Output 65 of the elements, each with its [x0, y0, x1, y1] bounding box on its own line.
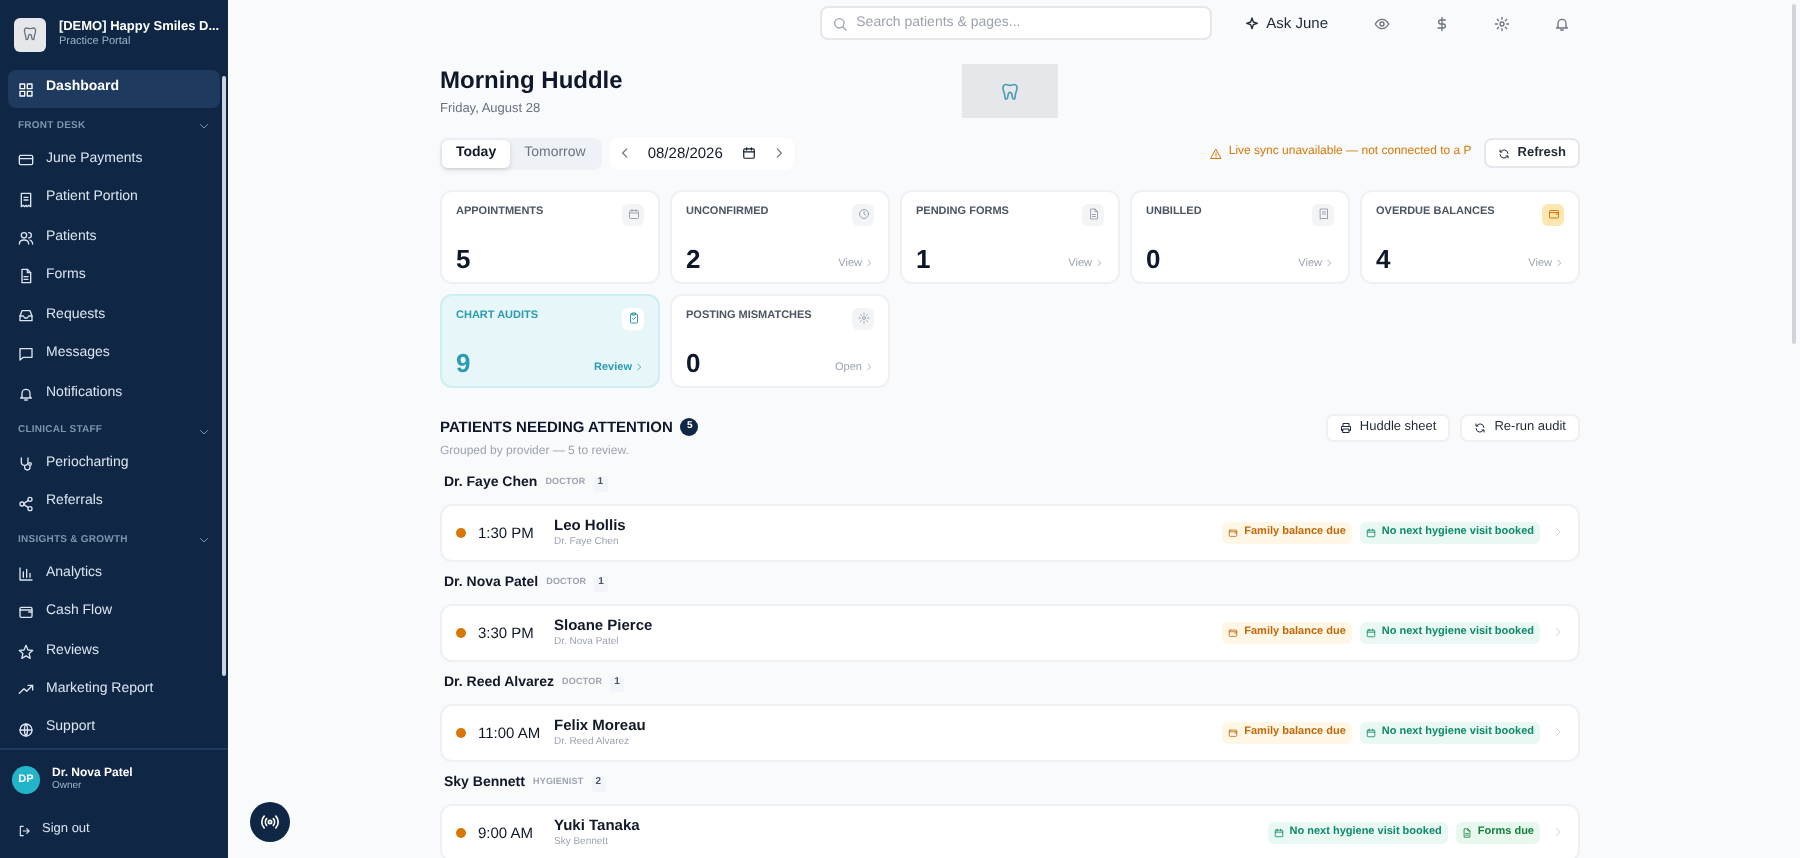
- chevron-right-icon: [1552, 826, 1564, 839]
- stethoscope-icon: [18, 456, 34, 473]
- stat-value: 5: [456, 245, 471, 272]
- document-icon: [1087, 208, 1099, 221]
- chevron-right-icon[interactable]: [772, 146, 787, 161]
- dollar-icon[interactable]: [1434, 15, 1450, 31]
- chevron-right-icon: [1094, 258, 1104, 269]
- calendar-icon: [1273, 827, 1284, 838]
- calendar-icon: [1365, 727, 1376, 738]
- chevron-right-icon: [1554, 258, 1564, 269]
- clock-icon: [857, 208, 869, 221]
- page-title: Morning Huddle: [440, 68, 625, 92]
- sign-out-icon: [18, 823, 32, 837]
- wallet-icon: [18, 604, 34, 621]
- eye-icon[interactable]: [1374, 15, 1390, 31]
- calendar-icon: [627, 208, 639, 221]
- trend-line-icon: [18, 682, 34, 699]
- chevron-right-icon: [1552, 726, 1564, 739]
- tooth-icon: [1000, 81, 1020, 101]
- chat-bubble-icon: [18, 346, 34, 363]
- stat-value: 9: [456, 349, 471, 376]
- bell-icon: [18, 385, 34, 402]
- calendar-icon: [1365, 527, 1376, 538]
- star-icon: [18, 643, 34, 660]
- chevron-down-icon: [198, 534, 210, 547]
- globe-icon: [18, 721, 34, 737]
- chevron-right-icon: [1324, 258, 1334, 269]
- refresh-icon: [1474, 421, 1487, 434]
- stat-value: 2: [686, 245, 701, 272]
- wallet-icon: [1228, 727, 1239, 738]
- credit-card-icon: [18, 152, 34, 169]
- chevron-right-icon: [1552, 526, 1564, 539]
- document-icon: [1461, 827, 1472, 838]
- chevron-right-icon: [864, 362, 874, 373]
- wallet-icon: [1228, 527, 1239, 538]
- bell-icon[interactable]: [1554, 15, 1570, 31]
- wallet-icon: [1228, 627, 1239, 638]
- warning-icon: [1210, 147, 1223, 160]
- calendar-icon: [742, 146, 757, 161]
- tooth-icon: [22, 26, 39, 42]
- chevron-right-icon: [634, 362, 644, 373]
- document-icon: [18, 268, 34, 285]
- refresh-icon: [1497, 147, 1510, 160]
- sparkle-icon: [1244, 15, 1261, 31]
- chevron-down-icon: [198, 120, 210, 133]
- chevron-right-icon: [864, 258, 874, 269]
- bar-chart-icon: [18, 565, 34, 582]
- search-icon: [832, 15, 849, 31]
- stat-value: 4: [1376, 245, 1391, 272]
- chevron-right-icon: [1552, 626, 1564, 639]
- calendar-icon: [1365, 627, 1376, 638]
- wallet-icon: [1547, 208, 1559, 221]
- stat-value: 0: [686, 349, 701, 376]
- printer-icon: [1339, 421, 1352, 434]
- share-icon: [18, 495, 34, 512]
- stat-value: 1: [916, 245, 931, 272]
- grid-icon: [18, 81, 34, 98]
- chevron-down-icon: [198, 425, 210, 438]
- stat-value: 0: [1146, 245, 1161, 272]
- broadcast-icon: [260, 812, 280, 832]
- clipboard-check-icon: [627, 312, 639, 325]
- broadcast-button[interactable]: [250, 802, 290, 842]
- inbox-icon: [18, 307, 34, 324]
- users-icon: [18, 229, 34, 246]
- chevron-left-icon[interactable]: [617, 146, 632, 161]
